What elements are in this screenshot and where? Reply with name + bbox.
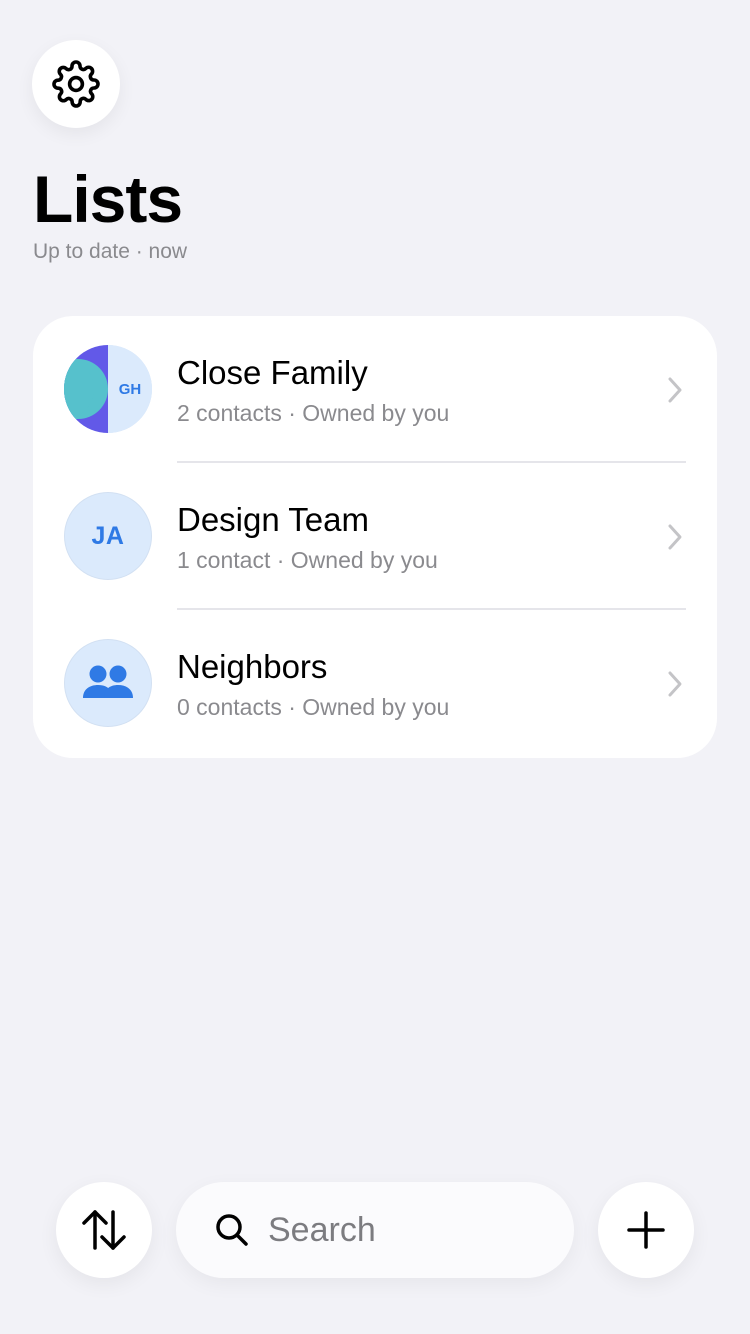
gear-icon — [52, 60, 100, 108]
list-title: Neighbors — [177, 648, 328, 685]
avatar-half-right: GH — [108, 345, 152, 433]
chevron-right-icon — [668, 524, 682, 550]
lists-card: GH Close Family 2 contacts · Owned by yo… — [33, 316, 717, 758]
list-row-design-team[interactable]: JA Design Team 1 contact · Owned by you — [33, 463, 717, 610]
chevron-right-icon — [668, 377, 682, 403]
search-bar[interactable] — [176, 1182, 574, 1278]
list-row-neighbors[interactable]: Neighbors 0 contacts · Owned by you — [33, 610, 717, 757]
add-list-button[interactable] — [598, 1182, 694, 1278]
page-title: Lists — [33, 162, 183, 236]
list-subtitle: 1 contact · Owned by you — [177, 547, 438, 573]
avatar-half-left — [64, 345, 108, 433]
search-input[interactable] — [266, 1209, 550, 1251]
list-title: Design Team — [177, 501, 369, 538]
sort-arrows-icon — [82, 1210, 126, 1250]
list-avatar — [64, 639, 152, 727]
sort-button[interactable] — [56, 1182, 152, 1278]
list-avatar: GH — [64, 345, 152, 433]
chevron-right-icon — [668, 671, 682, 697]
list-title: Close Family — [177, 354, 368, 391]
avatar-initials: JA — [91, 521, 125, 550]
list-avatar: JA — [64, 492, 152, 580]
list-row-close-family[interactable]: GH Close Family 2 contacts · Owned by yo… — [33, 316, 717, 463]
search-icon — [216, 1214, 248, 1246]
avatar-initials: GH — [118, 380, 142, 398]
people-icon — [83, 665, 133, 698]
list-subtitle: 0 contacts · Owned by you — [177, 694, 450, 720]
list-subtitle: 2 contacts · Owned by you — [177, 400, 450, 426]
settings-button[interactable] — [32, 40, 120, 128]
sync-status: Up to date · now — [33, 240, 188, 263]
plus-icon — [627, 1211, 665, 1249]
